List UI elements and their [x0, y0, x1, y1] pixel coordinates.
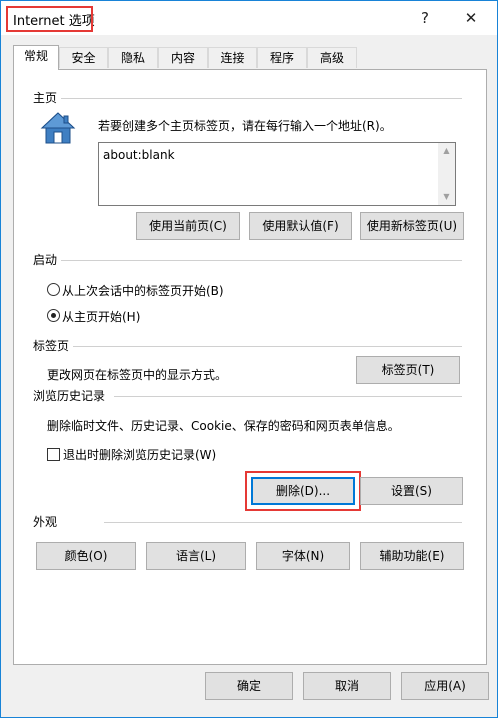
cancel-button[interactable]: 取消: [303, 672, 391, 700]
startup-section-title: 启动: [33, 251, 62, 268]
close-icon[interactable]: ✕: [457, 7, 485, 29]
home-house-icon: [40, 110, 76, 146]
use-new-tab-button[interactable]: 使用新标签页(U): [360, 212, 464, 240]
scroll-up-icon[interactable]: ▲: [438, 143, 455, 159]
help-button[interactable]: ?: [411, 7, 439, 29]
radio-last-session[interactable]: [47, 283, 60, 296]
tabs-description: 更改网页在标签页中的显示方式。: [47, 368, 228, 382]
home-address-textarea[interactable]: about:blank ▲ ▼: [98, 142, 456, 206]
startup-divider: [54, 260, 462, 261]
tabs-divider: [72, 346, 462, 347]
radio-last-session-label: 从上次会话中的标签页开始(B): [62, 284, 224, 298]
home-address-value: about:blank: [103, 148, 175, 162]
home-section-title: 主页: [33, 89, 62, 106]
appearance-section-title: 外观: [33, 513, 62, 530]
tab-content[interactable]: 内容: [158, 47, 208, 68]
use-current-button[interactable]: 使用当前页(C): [136, 212, 240, 240]
tabs-section-title: 标签页: [33, 337, 74, 354]
colors-button[interactable]: 颜色(O): [36, 542, 136, 570]
title-bar: Internet 选项 ? ✕: [1, 1, 497, 35]
settings-button[interactable]: 设置(S): [360, 477, 463, 505]
tab-programs[interactable]: 程序: [257, 47, 307, 68]
tab-general[interactable]: 常规: [13, 45, 59, 70]
tab-security[interactable]: 安全: [59, 47, 108, 68]
languages-button[interactable]: 语言(L): [146, 542, 246, 570]
radio-selected-dot: [51, 313, 56, 318]
tab-privacy[interactable]: 隐私: [108, 47, 158, 68]
tab-connections[interactable]: 连接: [208, 47, 257, 68]
tabs-button[interactable]: 标签页(T): [356, 356, 460, 384]
apply-button[interactable]: 应用(A): [401, 672, 489, 700]
internet-options-dialog: Internet 选项 ? ✕ 常规 安全 隐私 内容 连接 程序 高级 主页 …: [0, 0, 498, 718]
delete-on-exit-checkbox[interactable]: [47, 448, 60, 461]
home-instruction: 若要创建多个主页标签页，请在每行输入一个地址(R)。: [98, 119, 392, 133]
home-scrollbar[interactable]: ▲ ▼: [438, 143, 455, 205]
title-highlight-box: [6, 6, 93, 32]
general-panel: 主页 若要创建多个主页标签页，请在每行输入一个地址(R)。 about:blan…: [13, 69, 487, 665]
radio-home-page-label: 从主页开始(H): [62, 310, 141, 324]
scroll-down-icon[interactable]: ▼: [438, 189, 455, 205]
history-section-title: 浏览历史记录: [33, 387, 110, 404]
appearance-divider: [104, 522, 462, 523]
history-description: 删除临时文件、历史记录、Cookie、保存的密码和网页表单信息。: [47, 419, 400, 433]
delete-highlight-box: [245, 471, 361, 511]
home-divider: [54, 98, 462, 99]
accessibility-button[interactable]: 辅助功能(E): [360, 542, 464, 570]
ok-button[interactable]: 确定: [205, 672, 293, 700]
fonts-button[interactable]: 字体(N): [256, 542, 350, 570]
use-default-button[interactable]: 使用默认值(F): [249, 212, 352, 240]
radio-home-page[interactable]: [47, 309, 60, 322]
history-divider: [114, 396, 462, 397]
delete-on-exit-label: 退出时删除浏览历史记录(W): [63, 448, 217, 462]
tab-advanced[interactable]: 高级: [307, 47, 357, 68]
